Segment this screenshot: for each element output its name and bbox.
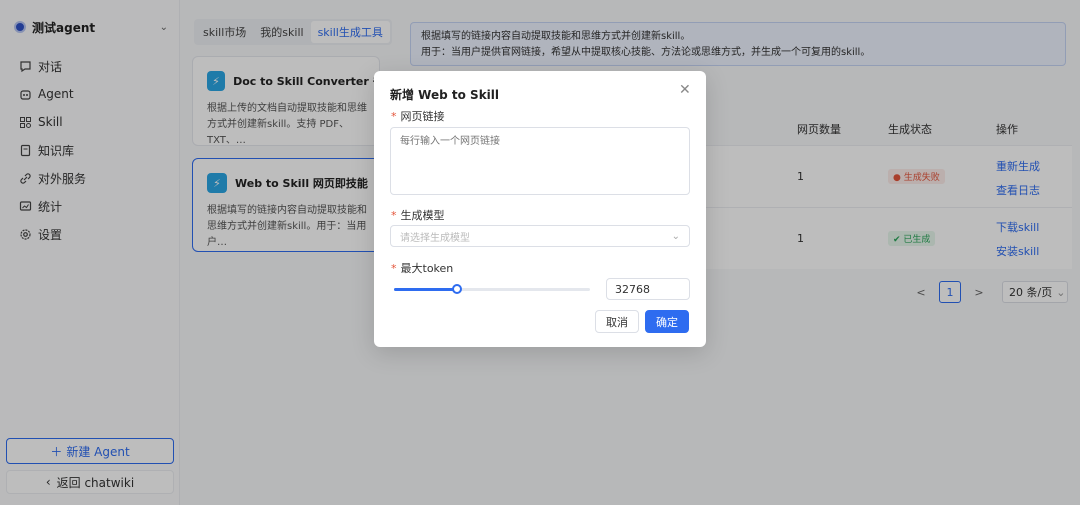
model-select[interactable]: 请选择生成模型 ⌄ bbox=[390, 225, 690, 247]
close-icon[interactable]: ✕ bbox=[679, 82, 691, 98]
cancel-button[interactable]: 取消 bbox=[595, 310, 639, 333]
token-field-label: * 最大token bbox=[391, 262, 454, 275]
url-textarea[interactable] bbox=[390, 127, 690, 195]
token-value: 32768 bbox=[615, 282, 650, 296]
dialog-title: 新增 Web to Skill bbox=[390, 88, 500, 102]
token-number-input[interactable]: 32768 bbox=[606, 278, 690, 300]
url-field-label: * 网页链接 bbox=[391, 110, 445, 123]
model-select-placeholder: 请选择生成模型 bbox=[400, 232, 470, 244]
required-mark: * bbox=[391, 262, 397, 275]
app-root: 测试agent ⌄ 对话 Agent Skill 知识库 对外服务 统计 设置 … bbox=[0, 0, 1080, 505]
model-field-label: * 生成模型 bbox=[391, 209, 445, 222]
required-mark: * bbox=[391, 209, 397, 222]
add-web-to-skill-dialog: 新增 Web to Skill ✕ *网页链接 *生成模型 请选择生成模型 ⌄ … bbox=[374, 71, 706, 347]
required-mark: * bbox=[391, 110, 397, 123]
slider-fill bbox=[394, 288, 457, 291]
chevron-down-icon: ⌄ bbox=[671, 230, 680, 242]
confirm-button[interactable]: 确定 bbox=[645, 310, 689, 333]
token-slider[interactable] bbox=[394, 284, 590, 294]
slider-handle[interactable] bbox=[451, 284, 462, 294]
